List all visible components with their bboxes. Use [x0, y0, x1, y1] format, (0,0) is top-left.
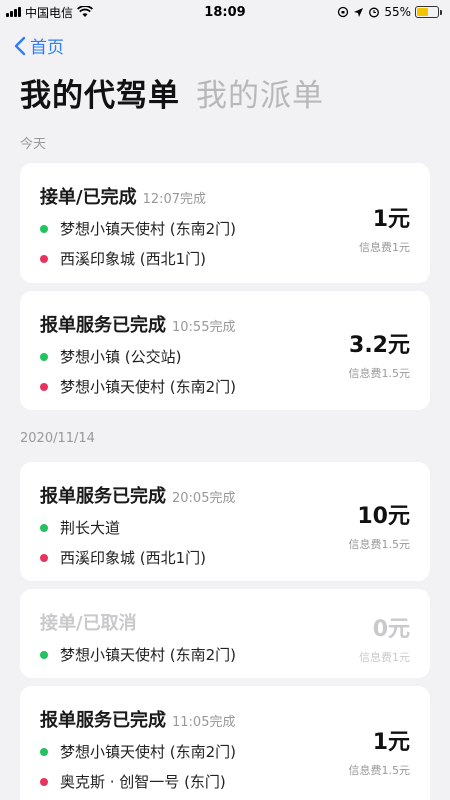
title-tabs: 我的代驾单 我的派单 [20, 70, 324, 115]
order-status: 报单服务已完成 [40, 315, 166, 336]
origin-address: 梦想小镇天使村 (东南2门) [60, 220, 237, 238]
order-status: 接单/已取消 [40, 613, 137, 634]
order-fee: 信息费1.5元 [348, 764, 411, 777]
order-price: 1元 信息费1元 [359, 201, 410, 255]
order-fee: 信息费1元 [359, 241, 410, 254]
order-head: 接单/已取消 [40, 609, 410, 635]
order-fee: 信息费1.5元 [348, 538, 411, 551]
tab-my-dispatch-orders[interactable]: 我的派单 [196, 70, 324, 115]
origin-address: 梦想小镇天使村 (东南2门) [60, 743, 237, 761]
destination-dot-icon [40, 553, 48, 562]
order-card[interactable]: 报单服务已完成 11:05完成 梦想小镇天使村 (东南2门) 奥克斯 · 创智一… [20, 686, 430, 800]
rotation-lock-icon [338, 6, 349, 18]
order-time: 11:05完成 [172, 715, 236, 730]
alarm-icon [369, 7, 380, 18]
back-label: 首页 [30, 38, 64, 58]
location-icon [354, 7, 364, 17]
destination-dot-icon [40, 254, 48, 263]
origin-address: 梦想小镇天使村 (东南2门) [60, 646, 237, 664]
status-right: 55% [337, 5, 442, 19]
order-fee: 信息费1.5元 [348, 367, 411, 380]
wifi-icon [77, 6, 94, 17]
origin-dot-icon [40, 747, 48, 756]
chevron-left-icon [14, 36, 26, 55]
destination-address: 奥克斯 · 创智一号 (东门) [60, 773, 226, 791]
order-head: 接单/已完成 12:07完成 [40, 183, 410, 209]
order-amount: 1元 [372, 730, 410, 755]
carrier-label: 中国电信 [25, 5, 74, 20]
section-label-date: 2020/11/14 [20, 431, 95, 446]
signal-icon [6, 7, 21, 17]
tab-my-driving-orders[interactable]: 我的代驾单 [20, 70, 180, 115]
origin-row: 梦想小镇天使村 (东南2门) [40, 218, 410, 239]
origin-address: 荆长大道 [60, 519, 121, 537]
order-card[interactable]: 报单服务已完成 10:55完成 梦想小镇 (公交站) 梦想小镇天使村 (东南2门… [20, 291, 430, 410]
destination-address: 西溪印象城 (西北1门) [60, 549, 207, 567]
order-status: 接单/已完成 [40, 187, 137, 208]
back-button[interactable]: 首页 [14, 33, 64, 58]
order-card[interactable]: 报单服务已完成 20:05完成 荆长大道 西溪印象城 (西北1门) 10元 信息… [20, 462, 430, 581]
order-card-cancelled[interactable]: 接单/已取消 梦想小镇天使村 (东南2门) 0元 信息费1元 [20, 589, 430, 678]
origin-dot-icon [40, 523, 48, 532]
destination-address: 西溪印象城 (西北1门) [60, 250, 207, 268]
order-price: 10元 信息费1.5元 [349, 498, 411, 552]
destination-address: 梦想小镇天使村 (东南2门) [60, 378, 237, 396]
order-time: 20:05完成 [172, 491, 236, 506]
battery-percent: 55% [384, 5, 411, 19]
order-time: 10:55完成 [172, 320, 236, 335]
order-price: 0元 信息费1元 [359, 611, 410, 665]
destination-dot-icon [40, 382, 48, 391]
destination-dot-icon [40, 777, 48, 786]
order-amount: 0元 [372, 617, 410, 642]
order-price: 3.2元 信息费1.5元 [349, 327, 411, 381]
origin-dot-icon [40, 650, 48, 659]
order-status: 报单服务已完成 [40, 486, 166, 507]
order-fee: 信息费1元 [359, 651, 410, 664]
destination-row: 西溪印象城 (西北1门) [40, 248, 410, 269]
origin-dot-icon [40, 352, 48, 361]
order-amount: 10元 [357, 504, 410, 529]
clock: 18:09 [204, 4, 246, 20]
order-time: 12:07完成 [142, 192, 207, 207]
order-price: 1元 信息费1.5元 [349, 724, 411, 778]
order-amount: 1元 [372, 207, 410, 232]
order-amount: 3.2元 [349, 333, 410, 358]
origin-row: 梦想小镇天使村 (东南2门) [40, 644, 410, 665]
order-card[interactable]: 接单/已完成 12:07完成 梦想小镇天使村 (东南2门) 西溪印象城 (西北1… [20, 163, 430, 283]
status-left: 中国电信 [6, 4, 94, 21]
origin-address: 梦想小镇 (公交站) [60, 348, 182, 366]
order-status: 报单服务已完成 [40, 710, 166, 731]
origin-dot-icon [40, 224, 48, 233]
status-bar: 中国电信 18:09 55% [0, 0, 450, 24]
battery-icon [415, 6, 442, 18]
section-label-today: 今天 [20, 137, 47, 152]
